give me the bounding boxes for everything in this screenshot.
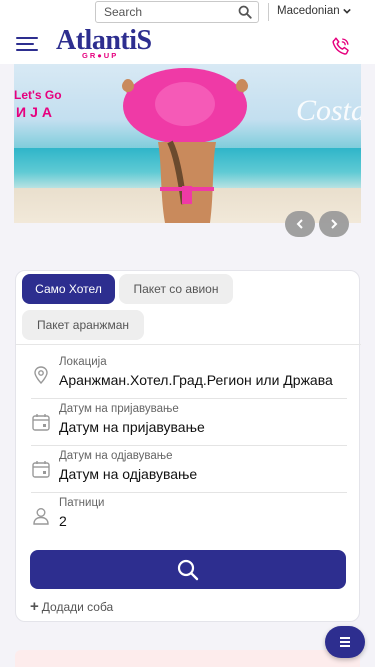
divider (31, 445, 347, 446)
search-icon[interactable] (238, 5, 252, 19)
logo[interactable]: AtlantiS GR●UP (56, 25, 156, 63)
plus-icon: + (30, 598, 39, 615)
checkin-label: Датум на пријавување (59, 403, 179, 415)
calendar-icon (32, 461, 50, 478)
calendar-icon (32, 414, 50, 431)
language-label: Macedonian (277, 5, 340, 17)
promo-text-line1: Let's Go (14, 88, 62, 102)
top-bar: Macedonian (0, 0, 375, 26)
hero-banner[interactable]: Let's Go ИЈА Costa (14, 64, 361, 223)
slider-controls (285, 211, 349, 237)
travelers-input[interactable]: 2 (59, 513, 347, 529)
divider (31, 492, 347, 493)
next-section-peek (15, 650, 360, 667)
divider (268, 3, 269, 21)
tab-flight-package[interactable]: Пакет со авион (119, 274, 233, 304)
checkout-label: Датум на одјавување (59, 450, 173, 462)
floating-menu-button[interactable] (325, 626, 365, 658)
logo-sub-text: GR●UP (82, 51, 119, 60)
chevron-left-icon (296, 219, 303, 229)
hamburger-menu-icon[interactable] (16, 37, 38, 51)
list-icon (340, 635, 350, 649)
checkin-input[interactable]: Датум на пријавување (59, 419, 347, 435)
add-room-button[interactable]: + Додади соба (30, 598, 114, 615)
phone-icon[interactable] (330, 35, 352, 57)
location-label: Локација (59, 356, 107, 368)
checkout-input[interactable]: Датум на одјавување (59, 466, 347, 482)
location-pin-icon (34, 366, 48, 385)
checkout-field[interactable]: Датум на одјавување Датум на одјавување (31, 447, 347, 493)
woman-in-pink-hat-image (122, 68, 248, 223)
location-input[interactable]: Аранжман.Хотел.Град.Регион или Држава (59, 372, 347, 388)
search-box[interactable] (95, 1, 259, 23)
tab-hotel-only[interactable]: Само Хотел (22, 274, 115, 304)
search-input[interactable] (104, 3, 239, 21)
tab-package-deal[interactable]: Пакет аранжман (22, 310, 144, 340)
site-header: AtlantiS GR●UP (0, 25, 375, 64)
promo-script-text: Costa (296, 94, 361, 127)
promo-text-line2: ИЈА (16, 104, 56, 120)
divider (16, 344, 361, 345)
location-field[interactable]: Локација Аранжман.Хотел.Град.Регион или … (31, 353, 347, 399)
slider-prev-button[interactable] (285, 211, 315, 237)
search-icon (177, 559, 199, 580)
travelers-field[interactable]: Патници 2 (31, 494, 347, 540)
user-icon (33, 508, 49, 525)
divider (31, 398, 347, 399)
travelers-label: Патници (59, 497, 105, 509)
search-button[interactable] (30, 550, 346, 589)
add-room-label: Додади соба (41, 600, 114, 614)
checkin-field[interactable]: Датум на пријавување Датум на пријавувањ… (31, 400, 347, 446)
chevron-down-icon (342, 8, 351, 14)
slider-next-button[interactable] (319, 211, 349, 237)
chevron-right-icon (331, 219, 338, 229)
booking-form: Само Хотел Пакет со авион Пакет аранжман… (15, 270, 361, 622)
language-selector[interactable]: Macedonian (277, 5, 351, 17)
